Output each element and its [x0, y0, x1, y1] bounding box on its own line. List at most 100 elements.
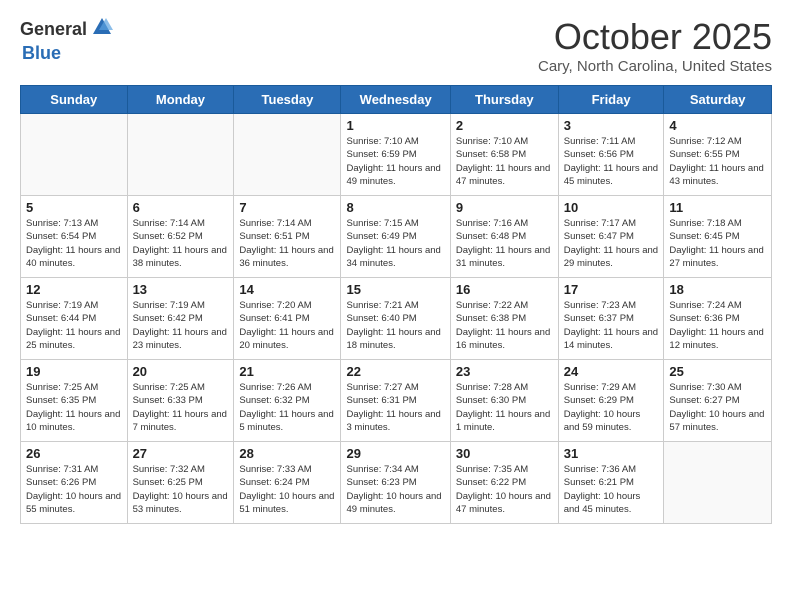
col-friday: Friday [558, 86, 664, 114]
day-info: Sunrise: 7:24 AM Sunset: 6:36 PM Dayligh… [669, 299, 766, 352]
calendar-header-row: Sunday Monday Tuesday Wednesday Thursday… [21, 86, 772, 114]
day-number: 2 [456, 118, 553, 133]
day-info: Sunrise: 7:32 AM Sunset: 6:25 PM Dayligh… [133, 463, 229, 516]
calendar-cell: 4Sunrise: 7:12 AM Sunset: 6:55 PM Daylig… [664, 114, 772, 196]
day-number: 31 [564, 446, 659, 461]
day-number: 6 [133, 200, 229, 215]
calendar-cell: 29 Sunrise: 7:34 AM Sunset: 6:23 PM Dayli… [341, 442, 450, 524]
calendar-cell: 9 Sunrise: 7:16 AM Sunset: 6:48 PM Daylig… [450, 196, 558, 278]
day-number: 25 [669, 364, 766, 379]
calendar-week-5: 26Sunrise: 7:31 AM Sunset: 6:26 PM Dayli… [21, 442, 772, 524]
calendar-cell: 16Sunrise: 7:22 AM Sunset: 6:38 PM Dayli… [450, 278, 558, 360]
calendar-cell: 2 Sunrise: 7:10 AM Sunset: 6:58 PM Daylig… [450, 114, 558, 196]
day-info: Sunrise: 7:30 AM Sunset: 6:27 PM Dayligh… [669, 381, 766, 434]
calendar-cell: 20 Sunrise: 7:25 AM Sunset: 6:33 PM Dayli… [127, 360, 234, 442]
day-number: 16 [456, 282, 553, 297]
day-info: Sunrise: 7:17 AM Sunset: 6:47 PM Dayligh… [564, 217, 659, 270]
day-number: 3 [564, 118, 659, 133]
day-number: 12 [26, 282, 122, 297]
calendar-week-3: 12Sunrise: 7:19 AM Sunset: 6:44 PM Dayli… [21, 278, 772, 360]
calendar-cell: 6 Sunrise: 7:14 AM Sunset: 6:52 PM Daylig… [127, 196, 234, 278]
logo-blue-text: Blue [22, 43, 61, 64]
day-info: Sunrise: 7:10 AM Sunset: 6:59 PM Dayligh… [346, 135, 444, 188]
calendar-cell: 23 Sunrise: 7:28 AM Sunset: 6:30 PM Dayli… [450, 360, 558, 442]
calendar-cell: 24Sunrise: 7:29 AM Sunset: 6:29 PM Dayli… [558, 360, 664, 442]
day-info: Sunrise: 7:31 AM Sunset: 6:26 PM Dayligh… [26, 463, 122, 516]
day-info: Sunrise: 7:18 AM Sunset: 6:45 PM Dayligh… [669, 217, 766, 270]
day-number: 18 [669, 282, 766, 297]
day-info: Sunrise: 7:36 AM Sunset: 6:21 PM Dayligh… [564, 463, 659, 516]
day-number: 28 [239, 446, 335, 461]
day-info: Sunrise: 7:14 AM Sunset: 6:51 PM Dayligh… [239, 217, 335, 270]
day-info: Sunrise: 7:14 AM Sunset: 6:52 PM Dayligh… [133, 217, 229, 270]
day-info: Sunrise: 7:33 AM Sunset: 6:24 PM Dayligh… [239, 463, 335, 516]
month-title: October 2025 [538, 16, 772, 58]
calendar-cell: 10 Sunrise: 7:17 AM Sunset: 6:47 PM Dayli… [558, 196, 664, 278]
day-number: 9 [456, 200, 553, 215]
logo-icon [91, 16, 113, 43]
col-sunday: Sunday [21, 86, 128, 114]
calendar-cell: 8 Sunrise: 7:15 AM Sunset: 6:49 PM Daylig… [341, 196, 450, 278]
calendar-cell: 3 Sunrise: 7:11 AM Sunset: 6:56 PM Daylig… [558, 114, 664, 196]
day-info: Sunrise: 7:11 AM Sunset: 6:56 PM Dayligh… [564, 135, 659, 188]
calendar-cell: 15Sunrise: 7:21 AM Sunset: 6:40 PM Dayli… [341, 278, 450, 360]
calendar-week-1: 1Sunrise: 7:10 AM Sunset: 6:59 PM Daylig… [21, 114, 772, 196]
day-number: 7 [239, 200, 335, 215]
calendar-cell: 1Sunrise: 7:10 AM Sunset: 6:59 PM Daylig… [341, 114, 450, 196]
day-number: 23 [456, 364, 553, 379]
calendar-cell: 11 Sunrise: 7:18 AM Sunset: 6:45 PM Dayli… [664, 196, 772, 278]
day-info: Sunrise: 7:25 AM Sunset: 6:35 PM Dayligh… [26, 381, 122, 434]
day-info: Sunrise: 7:29 AM Sunset: 6:29 PM Dayligh… [564, 381, 659, 434]
page: General Blue October 2025 Cary, North Ca… [0, 0, 792, 612]
calendar-cell: 22 Sunrise: 7:27 AM Sunset: 6:31 PM Dayli… [341, 360, 450, 442]
calendar-cell: 12Sunrise: 7:19 AM Sunset: 6:44 PM Dayli… [21, 278, 128, 360]
day-info: Sunrise: 7:27 AM Sunset: 6:31 PM Dayligh… [346, 381, 444, 434]
col-wednesday: Wednesday [341, 86, 450, 114]
calendar-cell: 27Sunrise: 7:32 AM Sunset: 6:25 PM Dayli… [127, 442, 234, 524]
calendar-cell: 28 Sunrise: 7:33 AM Sunset: 6:24 PM Dayli… [234, 442, 341, 524]
calendar-cell: 7 Sunrise: 7:14 AM Sunset: 6:51 PM Daylig… [234, 196, 341, 278]
calendar-cell [127, 114, 234, 196]
day-info: Sunrise: 7:10 AM Sunset: 6:58 PM Dayligh… [456, 135, 553, 188]
day-number: 5 [26, 200, 122, 215]
day-number: 17 [564, 282, 659, 297]
logo: General Blue [20, 16, 113, 64]
col-saturday: Saturday [664, 86, 772, 114]
calendar-cell: 18 Sunrise: 7:24 AM Sunset: 6:36 PM Dayli… [664, 278, 772, 360]
day-info: Sunrise: 7:12 AM Sunset: 6:55 PM Dayligh… [669, 135, 766, 188]
logo-line1: General [20, 16, 113, 43]
day-number: 10 [564, 200, 659, 215]
day-info: Sunrise: 7:16 AM Sunset: 6:48 PM Dayligh… [456, 217, 553, 270]
calendar-cell: 14Sunrise: 7:20 AM Sunset: 6:41 PM Dayli… [234, 278, 341, 360]
location-title: Cary, North Carolina, United States [538, 58, 772, 75]
day-number: 20 [133, 364, 229, 379]
day-info: Sunrise: 7:19 AM Sunset: 6:42 PM Dayligh… [133, 299, 229, 352]
day-number: 21 [239, 364, 335, 379]
day-info: Sunrise: 7:25 AM Sunset: 6:33 PM Dayligh… [133, 381, 229, 434]
day-number: 13 [133, 282, 229, 297]
calendar-cell: 19Sunrise: 7:25 AM Sunset: 6:35 PM Dayli… [21, 360, 128, 442]
day-info: Sunrise: 7:35 AM Sunset: 6:22 PM Dayligh… [456, 463, 553, 516]
calendar-cell [664, 442, 772, 524]
day-info: Sunrise: 7:20 AM Sunset: 6:41 PM Dayligh… [239, 299, 335, 352]
day-number: 8 [346, 200, 444, 215]
calendar-cell: 5 Sunrise: 7:13 AM Sunset: 6:54 PM Daylig… [21, 196, 128, 278]
col-thursday: Thursday [450, 86, 558, 114]
title-section: October 2025 Cary, North Carolina, Unite… [538, 16, 772, 75]
calendar-cell [21, 114, 128, 196]
day-number: 15 [346, 282, 444, 297]
day-number: 22 [346, 364, 444, 379]
day-info: Sunrise: 7:28 AM Sunset: 6:30 PM Dayligh… [456, 381, 553, 434]
day-info: Sunrise: 7:13 AM Sunset: 6:54 PM Dayligh… [26, 217, 122, 270]
calendar-cell: 21 Sunrise: 7:26 AM Sunset: 6:32 PM Dayli… [234, 360, 341, 442]
day-info: Sunrise: 7:15 AM Sunset: 6:49 PM Dayligh… [346, 217, 444, 270]
calendar-cell: 17Sunrise: 7:23 AM Sunset: 6:37 PM Dayli… [558, 278, 664, 360]
calendar-cell: 25 Sunrise: 7:30 AM Sunset: 6:27 PM Dayli… [664, 360, 772, 442]
calendar-cell: 13 Sunrise: 7:19 AM Sunset: 6:42 PM Dayli… [127, 278, 234, 360]
col-tuesday: Tuesday [234, 86, 341, 114]
day-number: 29 [346, 446, 444, 461]
day-info: Sunrise: 7:26 AM Sunset: 6:32 PM Dayligh… [239, 381, 335, 434]
day-info: Sunrise: 7:34 AM Sunset: 6:23 PM Dayligh… [346, 463, 444, 516]
calendar-cell: 31 Sunrise: 7:36 AM Sunset: 6:21 PM Dayli… [558, 442, 664, 524]
day-number: 11 [669, 200, 766, 215]
